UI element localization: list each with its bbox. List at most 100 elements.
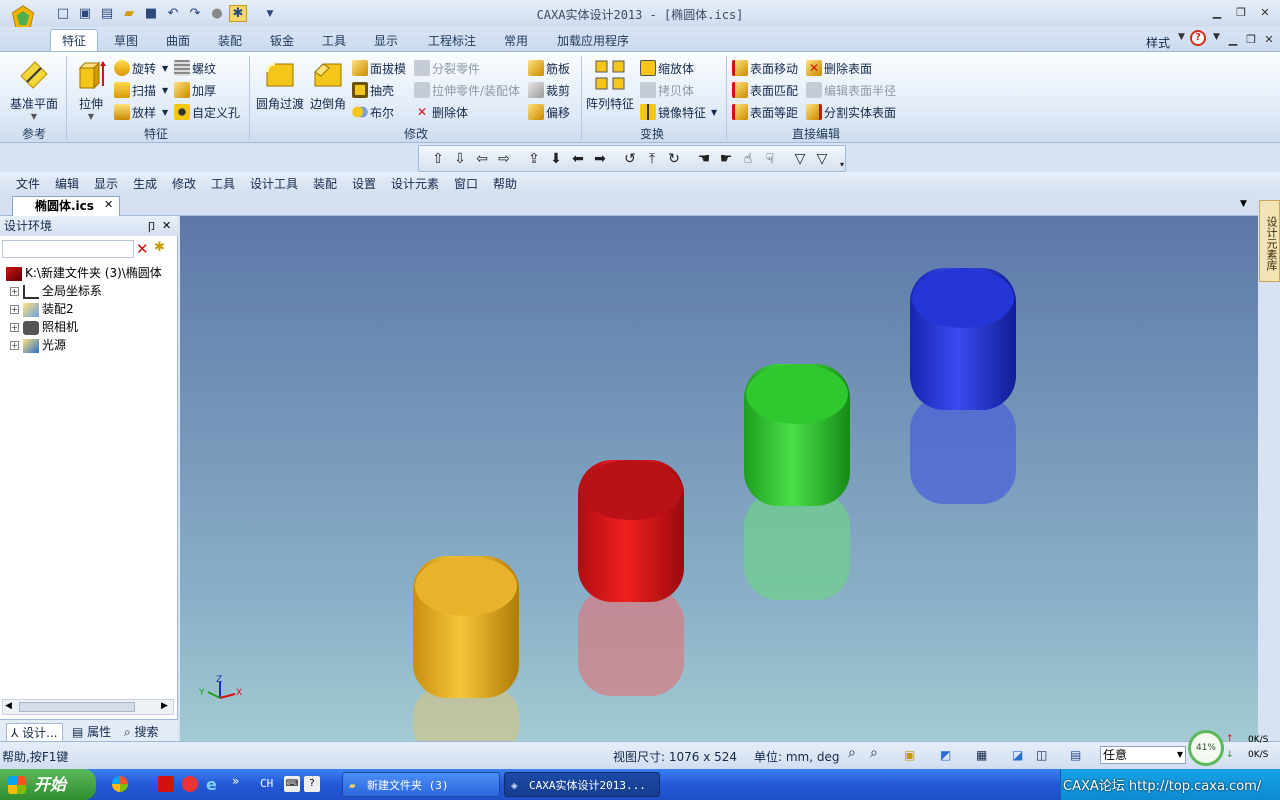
- panel-pin-icon[interactable]: 卩: [146, 219, 157, 235]
- revolve-button[interactable]: 旋转 ▼: [114, 59, 168, 77]
- tab-sheetmetal[interactable]: 钣金: [264, 30, 300, 52]
- chamfer-button[interactable]: 边倒角: [308, 58, 348, 112]
- loft-button[interactable]: 放样 ▼: [114, 103, 168, 121]
- pan-4-icon[interactable]: ☟: [761, 150, 779, 168]
- panel-tab-properties[interactable]: ▤ 属性: [72, 723, 111, 740]
- pan-1-icon[interactable]: ☚: [695, 150, 713, 168]
- zoom-window-icon[interactable]: ⌕: [870, 745, 878, 761]
- rotate-left-icon[interactable]: ↺: [621, 150, 639, 168]
- boolean-button[interactable]: 布尔: [352, 103, 394, 121]
- expand-icon[interactable]: +: [10, 305, 19, 314]
- tree-item-global-coords[interactable]: + 全局坐标系: [10, 282, 102, 299]
- extrude-part-assembly-button[interactable]: 拉伸零件/装配体: [414, 81, 520, 99]
- delete-face-button[interactable]: ✕ 删除表面: [806, 59, 872, 77]
- selection-filter-icon[interactable]: ▤: [1070, 748, 1081, 762]
- task-folder[interactable]: ▰ 新建文件夹 (3): [342, 772, 500, 797]
- restore-icon[interactable]: ❐: [1232, 6, 1250, 20]
- thicken-button[interactable]: 加厚: [174, 81, 216, 99]
- rotate-up-icon[interactable]: ⤒: [643, 150, 661, 168]
- menu-display[interactable]: 显示: [94, 175, 118, 192]
- document-list-dropdown-icon[interactable]: ▼: [1240, 199, 1247, 209]
- offset-button[interactable]: 偏移: [528, 103, 570, 121]
- extrude-button[interactable]: 拉伸 ▼: [74, 58, 108, 121]
- scroll-left-icon[interactable]: ◀: [5, 701, 12, 711]
- close-icon[interactable]: ✕: [1256, 6, 1274, 20]
- camera-view-icon[interactable]: ▦: [976, 748, 987, 762]
- tree-root[interactable]: K:\新建文件夹 (3)\椭圆体: [6, 264, 162, 281]
- move-left-icon[interactable]: ⇦: [473, 150, 491, 168]
- tab-drafting[interactable]: 工程标注: [424, 30, 480, 52]
- task-caxa[interactable]: ◈ CAXA实体设计2013...: [504, 772, 660, 797]
- nudge-up-icon[interactable]: ⇪: [525, 150, 543, 168]
- tree-item-light[interactable]: + 光源: [10, 336, 66, 353]
- mirror-feature-button[interactable]: 镜像特征 ▼: [640, 103, 717, 121]
- copy-body-button[interactable]: 拷贝体: [640, 81, 694, 99]
- thread-button[interactable]: 螺纹: [174, 59, 216, 77]
- tab-surface[interactable]: 曲面: [160, 30, 196, 52]
- menu-tools[interactable]: 工具: [211, 175, 235, 192]
- keyboard-icon[interactable]: ⌨: [284, 776, 300, 792]
- expand-icon[interactable]: +: [10, 287, 19, 296]
- split-part-button[interactable]: 分裂零件: [414, 59, 480, 77]
- delete-body-button[interactable]: ✕ 删除体: [414, 103, 468, 121]
- nudge-left-icon[interactable]: ⬅: [569, 150, 587, 168]
- tree-filter-input[interactable]: [2, 240, 134, 258]
- help-dropdown-icon[interactable]: ▼: [1213, 32, 1220, 42]
- nudge-down-icon[interactable]: ⬇: [547, 150, 565, 168]
- move-up-icon[interactable]: ⇧: [429, 150, 447, 168]
- pan-2-icon[interactable]: ☛: [717, 150, 735, 168]
- expand-icon[interactable]: +: [10, 341, 19, 350]
- selection-mode-select[interactable]: 任意 ▼: [1100, 746, 1186, 764]
- move-face-button[interactable]: 表面移动: [732, 59, 798, 77]
- panel-tab-search[interactable]: ⌕ 搜索: [124, 723, 159, 740]
- doc-minimize-icon[interactable]: ▁: [1224, 33, 1242, 47]
- move-down-icon[interactable]: ⇩: [451, 150, 469, 168]
- trim-button[interactable]: 裁剪: [528, 81, 570, 99]
- shell-button[interactable]: 抽壳: [352, 81, 394, 99]
- shading-icon[interactable]: ◫: [1036, 748, 1047, 762]
- quicklaunch-caxa-icon[interactable]: [158, 776, 174, 792]
- tab-display[interactable]: 显示: [368, 30, 404, 52]
- menu-design-elements[interactable]: 设计元素: [391, 175, 439, 192]
- rotate-right-icon[interactable]: ↻: [665, 150, 683, 168]
- expand-icon[interactable]: +: [10, 323, 19, 332]
- ime-help-icon[interactable]: ?: [304, 776, 320, 792]
- green-cylinder[interactable]: [744, 364, 850, 600]
- nudge-right-icon[interactable]: ➡: [591, 150, 609, 168]
- filter-icon[interactable]: ▽: [791, 150, 809, 168]
- menu-edit[interactable]: 编辑: [55, 175, 79, 192]
- fillet-button[interactable]: 圆角过渡: [255, 58, 305, 112]
- tab-sketch[interactable]: 草图: [108, 30, 144, 52]
- quicklaunch-browser-icon[interactable]: [182, 776, 198, 792]
- zoom-icon[interactable]: ⌕: [848, 745, 856, 761]
- edit-face-radius-button[interactable]: 编辑表面半径: [806, 81, 896, 99]
- custom-hole-button[interactable]: 自定义孔: [174, 103, 240, 121]
- panel-close-icon[interactable]: ✕: [162, 219, 171, 232]
- menu-generate[interactable]: 生成: [133, 175, 157, 192]
- menu-design-tools[interactable]: 设计工具: [250, 175, 298, 192]
- move-right-icon[interactable]: ⇨: [495, 150, 513, 168]
- draft-face-button[interactable]: 面拔模: [352, 59, 406, 77]
- pan-3-icon[interactable]: ☝: [739, 150, 757, 168]
- gold-cylinder[interactable]: [413, 556, 519, 741]
- tree-item-camera[interactable]: + 照相机: [10, 318, 78, 335]
- scale-body-button[interactable]: 缩放体: [640, 59, 694, 77]
- tree-item-assembly[interactable]: + 装配2: [10, 300, 74, 317]
- menu-help[interactable]: 帮助: [493, 175, 517, 192]
- pattern-feature-button[interactable]: 阵列特征: [585, 58, 635, 112]
- view-box-icon[interactable]: ▣: [904, 748, 915, 762]
- menu-assembly[interactable]: 装配: [313, 175, 337, 192]
- panel-tab-design[interactable]: ⅄ 设计...: [6, 723, 63, 742]
- minimize-icon[interactable]: ▁: [1208, 6, 1226, 20]
- render-style-icon[interactable]: ◪: [1012, 748, 1023, 762]
- menu-settings[interactable]: 设置: [352, 175, 376, 192]
- doc-close-icon[interactable]: ✕: [1260, 33, 1278, 47]
- red-cylinder[interactable]: [578, 460, 684, 696]
- split-solid-face-button[interactable]: 分割实体表面: [806, 103, 896, 121]
- tab-common[interactable]: 常用: [498, 30, 534, 52]
- quicklaunch-more-icon[interactable]: »: [232, 774, 239, 788]
- scrollbar-thumb[interactable]: [19, 702, 135, 712]
- tab-feature[interactable]: 特征: [50, 29, 98, 53]
- 3d-viewport[interactable]: Z X Y: [180, 216, 1258, 741]
- sweep-button[interactable]: 扫描 ▼: [114, 81, 168, 99]
